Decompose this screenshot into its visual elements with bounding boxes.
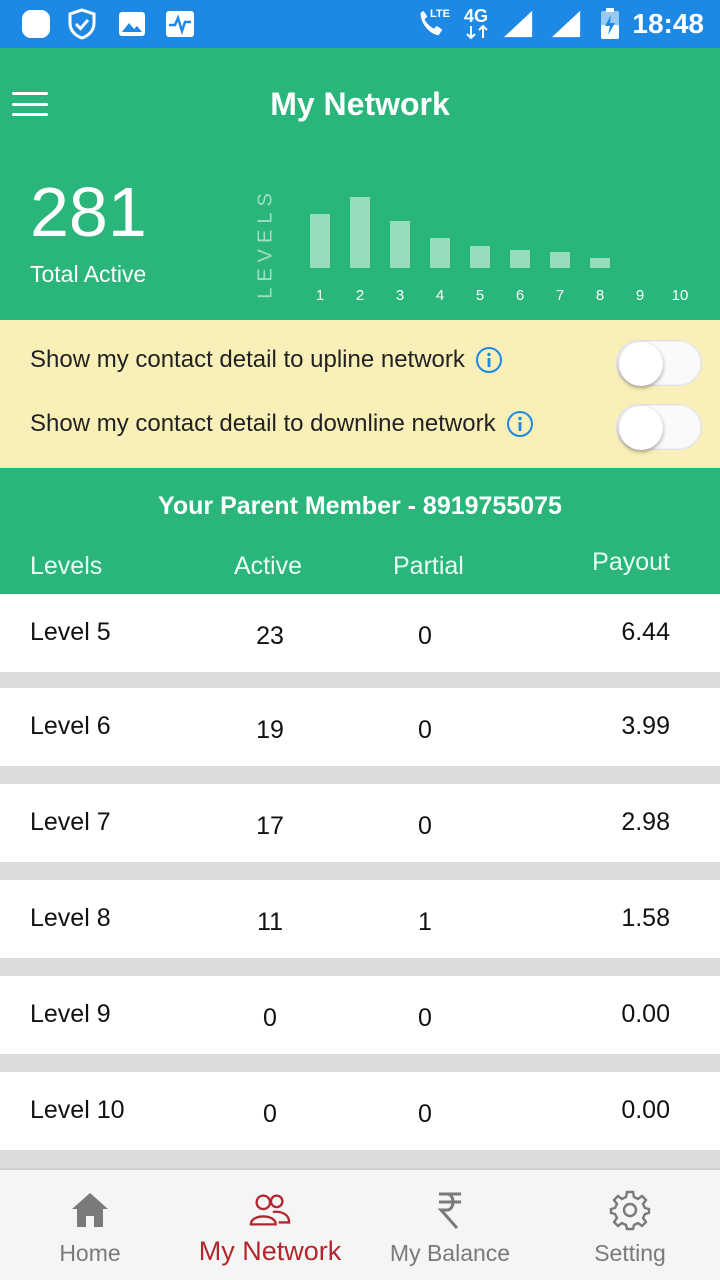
home-icon [68,1188,112,1232]
col-header-payout: Payout [592,548,670,576]
row-level: Level 8 [30,904,111,932]
col-header-partial: Partial [393,552,464,580]
row-payout: 6.44 [621,618,670,646]
contact-visibility-panel: Show my contact detail to upline network… [0,320,720,468]
row-level: Level 10 [30,1096,125,1124]
nav-home[interactable]: Home [0,1170,180,1280]
row-partial: 0 [418,716,432,744]
row-active: 0 [263,1004,277,1032]
col-header-levels: Levels [30,552,103,580]
chart-bar [590,258,610,268]
table-row[interactable]: Level 5 23 0 6.44 [0,594,720,672]
nav-home-label: Home [59,1240,121,1266]
chart-bar [390,221,410,268]
nav-setting[interactable]: Setting [540,1170,720,1280]
levels-axis-label: LEVELS [254,187,277,299]
row-payout: 1.58 [621,904,670,932]
info-icon[interactable] [506,410,534,438]
chart-tick-label: 9 [636,287,644,304]
levels-table-header: Your Parent Member - 8919755075 Levels A… [0,468,720,594]
row-active: 0 [263,1100,277,1128]
chart-tick-label: 3 [396,287,404,304]
downline-toggle-switch[interactable] [616,404,702,450]
row-partial: 0 [418,812,432,840]
nav-my-balance-label: My Balance [389,1240,511,1266]
row-payout: 0.00 [621,1000,670,1028]
chart-tick-label: 4 [436,287,444,304]
chart-bar [310,214,330,268]
info-icon[interactable] [475,346,503,374]
chat-bubble-icon [20,8,52,40]
col-header-active: Active [234,552,303,580]
chart-tick-label: 1 [316,287,324,304]
people-icon [248,1188,292,1232]
chart-tick-label: 6 [516,287,524,304]
clock: 18:48 [632,8,704,39]
row-partial: 0 [418,1100,432,1128]
row-partial: 0 [418,1004,432,1032]
battery-charging-icon [594,8,626,40]
chart-tick-label: 7 [556,287,564,304]
image-icon [116,8,148,40]
gear-icon [608,1188,652,1232]
table-row[interactable]: Level 6 19 0 3.99 [0,688,720,766]
chart-tick-label: 10 [672,287,689,304]
shield-check-icon [66,8,98,40]
upline-toggle-switch[interactable] [616,340,702,386]
total-active-count: 281 [30,173,147,251]
row-active: 17 [256,812,284,840]
nav-my-network[interactable]: My Network [180,1170,360,1280]
row-payout: 3.99 [621,712,670,740]
chart-bar [350,197,370,268]
row-active: 19 [256,716,284,744]
row-level: Level 7 [30,808,111,836]
row-partial: 0 [418,622,432,650]
row-level: Level 6 [30,712,111,740]
upline-toggle-row: Show my contact detail to upline network [0,330,720,394]
row-level: Level 5 [30,618,111,646]
activity-monitor-icon [164,8,196,40]
page-title: My Network [270,86,450,122]
bottom-navigation: Home My Network My Balance Setting [0,1168,720,1280]
downline-toggle-label: Show my contact detail to downline netwo… [30,410,496,437]
row-active: 11 [257,908,283,936]
signal-strength-2-icon [550,8,582,40]
chart-tick-label: 8 [596,287,604,304]
signal-strength-icon [502,8,534,40]
row-active: 23 [256,622,284,650]
row-payout: 2.98 [621,808,670,836]
lte-label: LTE [430,8,450,20]
downline-toggle-row: Show my contact detail to downline netwo… [0,394,720,458]
chart-bar [470,246,490,268]
chart-tick-label: 5 [476,287,484,304]
parent-member: Your Parent Member - 8919755075 [158,492,562,520]
nav-setting-label: Setting [594,1240,666,1266]
chart-bar [550,252,570,268]
chart-tick-label: 2 [356,287,364,304]
nav-my-network-label: My Network [198,1236,342,1266]
table-row[interactable]: Level 10 0 0 0.00 [0,1072,720,1150]
network-header: My Network 281 Total Active LEVELS 1 2 3 4 5… [0,48,720,320]
row-payout: 0.00 [621,1096,670,1124]
status-bar: LTE 4G 18:48 [0,0,720,48]
table-row[interactable]: Level 8 11 1 1.58 [0,880,720,958]
upline-toggle-label: Show my contact detail to upline network [30,346,465,373]
levels-bar-chart: 1 2 3 4 5 6 7 8 9 10 [310,197,689,304]
chart-bar [430,238,450,268]
chart-bar [510,250,530,268]
row-partial: 1 [418,908,432,936]
table-row[interactable]: Level 7 17 0 2.98 [0,784,720,862]
data-arrows-icon [464,24,490,40]
table-row[interactable]: Level 9 0 0 0.00 [0,976,720,1054]
total-active-label: Total Active [30,261,147,287]
nav-my-balance[interactable]: My Balance [360,1170,540,1280]
rupee-icon [428,1188,472,1232]
row-level: Level 9 [30,1000,111,1028]
